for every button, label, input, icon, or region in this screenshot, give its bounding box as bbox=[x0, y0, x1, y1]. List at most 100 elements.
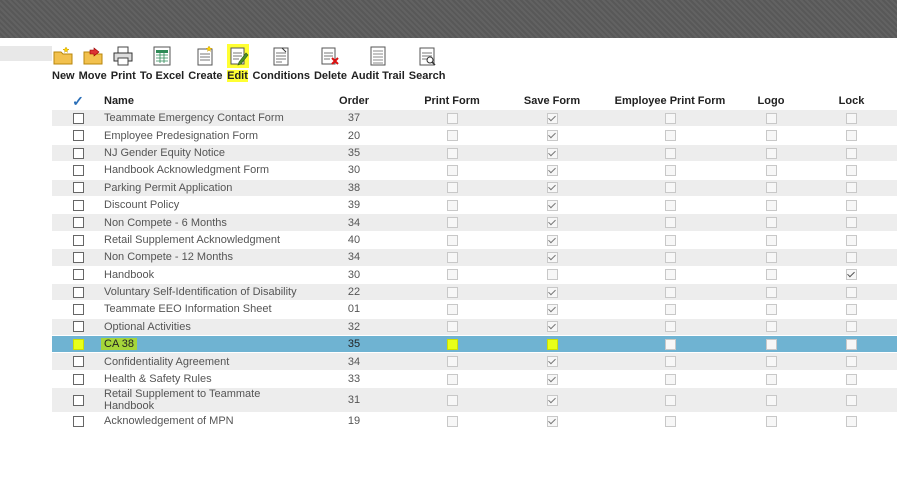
lock-checkbox[interactable] bbox=[846, 147, 857, 159]
row-select-checkbox[interactable] bbox=[72, 286, 84, 298]
row-select-checkbox[interactable] bbox=[72, 356, 84, 368]
logo-checkbox[interactable] bbox=[765, 147, 777, 159]
employee-print-form-checkbox[interactable] bbox=[664, 147, 676, 159]
table-row[interactable]: Handbook 30 bbox=[52, 266, 897, 284]
print-form-checkbox[interactable] bbox=[446, 269, 458, 281]
save-form-checkbox[interactable] bbox=[546, 321, 558, 333]
table-row[interactable]: Voluntary Self-Identification of Disabil… bbox=[52, 283, 897, 302]
row-select-checkbox[interactable] bbox=[72, 130, 84, 142]
employee-print-form-checkbox[interactable] bbox=[664, 199, 676, 211]
print-form-checkbox[interactable] bbox=[446, 286, 458, 298]
row-select-checkbox[interactable] bbox=[72, 304, 84, 316]
employee-print-form-checkbox[interactable] bbox=[664, 269, 676, 281]
form-name[interactable]: Health & Safety Rules bbox=[104, 373, 212, 385]
edit-button[interactable]: Edit bbox=[226, 44, 249, 84]
lock-checkbox[interactable] bbox=[846, 112, 857, 124]
lock-checkbox[interactable] bbox=[846, 199, 857, 211]
lock-checkbox[interactable] bbox=[846, 234, 857, 246]
table-row[interactable]: Teammate Emergency Contact Form 37 bbox=[52, 110, 897, 128]
form-name[interactable]: Parking Permit Application bbox=[104, 182, 232, 194]
lock-checkbox[interactable] bbox=[846, 338, 857, 350]
logo-checkbox[interactable] bbox=[765, 373, 777, 385]
table-row[interactable]: Parking Permit Application 38 bbox=[52, 179, 897, 197]
logo-checkbox[interactable] bbox=[765, 251, 777, 263]
save-form-checkbox[interactable] bbox=[546, 269, 558, 281]
lock-checkbox[interactable] bbox=[846, 217, 857, 229]
employee-print-form-checkbox[interactable] bbox=[664, 373, 676, 385]
save-form-checkbox[interactable] bbox=[546, 164, 558, 176]
employee-print-form-checkbox[interactable] bbox=[664, 286, 676, 298]
logo-checkbox[interactable] bbox=[765, 356, 777, 368]
form-name[interactable]: Non Compete - 12 Months bbox=[104, 251, 233, 263]
print-button[interactable]: Print bbox=[111, 44, 136, 84]
logo-column-header[interactable]: Logo bbox=[736, 92, 806, 110]
print-form-checkbox[interactable] bbox=[446, 394, 458, 406]
table-row[interactable]: CA 38 35 bbox=[52, 335, 897, 354]
employee-print-form-checkbox[interactable] bbox=[664, 416, 676, 428]
table-row[interactable]: Retail Supplement to Teammate Handbook 31 bbox=[52, 387, 897, 414]
print-form-checkbox[interactable] bbox=[446, 164, 458, 176]
order-column-header[interactable]: Order bbox=[304, 92, 404, 110]
row-select-checkbox[interactable] bbox=[72, 112, 84, 124]
form-name[interactable]: NJ Gender Equity Notice bbox=[104, 147, 225, 159]
row-select-checkbox[interactable] bbox=[72, 338, 84, 350]
form-name[interactable]: Retail Supplement to Teammate Handbook bbox=[104, 388, 260, 412]
employee-print-form-checkbox[interactable] bbox=[664, 338, 676, 350]
employee-print-form-checkbox[interactable] bbox=[664, 234, 676, 246]
print-form-checkbox[interactable] bbox=[446, 251, 458, 263]
save-form-checkbox[interactable] bbox=[546, 112, 558, 124]
save-form-column-header[interactable]: Save Form bbox=[500, 92, 604, 110]
form-name[interactable]: CA 38 bbox=[101, 338, 137, 351]
print-form-checkbox[interactable] bbox=[446, 147, 458, 159]
employee-print-form-checkbox[interactable] bbox=[664, 394, 676, 406]
row-select-checkbox[interactable] bbox=[72, 164, 84, 176]
lock-checkbox[interactable] bbox=[846, 286, 857, 298]
form-name[interactable]: Handbook bbox=[104, 269, 154, 281]
logo-checkbox[interactable] bbox=[765, 338, 777, 350]
logo-checkbox[interactable] bbox=[765, 112, 777, 124]
logo-checkbox[interactable] bbox=[765, 164, 777, 176]
logo-checkbox[interactable] bbox=[765, 416, 777, 428]
lock-checkbox[interactable] bbox=[846, 130, 857, 142]
form-name[interactable]: Non Compete - 6 Months bbox=[104, 217, 227, 229]
row-select-checkbox[interactable] bbox=[72, 182, 84, 194]
form-name[interactable]: Voluntary Self-Identification of Disabil… bbox=[104, 286, 297, 298]
print-form-column-header[interactable]: Print Form bbox=[404, 92, 500, 110]
logo-checkbox[interactable] bbox=[765, 130, 777, 142]
print-form-checkbox[interactable] bbox=[446, 199, 458, 211]
table-row[interactable]: Confidentiality Agreement 34 bbox=[52, 352, 897, 371]
logo-checkbox[interactable] bbox=[765, 286, 777, 298]
logo-checkbox[interactable] bbox=[765, 269, 777, 281]
logo-checkbox[interactable] bbox=[765, 234, 777, 246]
save-form-checkbox[interactable] bbox=[546, 286, 558, 298]
form-name[interactable]: Acknowledgement of MPN bbox=[104, 415, 234, 427]
print-form-checkbox[interactable] bbox=[446, 182, 458, 194]
audit-trail-button[interactable]: Audit Trail bbox=[351, 44, 405, 84]
lock-checkbox[interactable] bbox=[846, 251, 857, 263]
logo-checkbox[interactable] bbox=[765, 394, 777, 406]
table-row[interactable]: NJ Gender Equity Notice 35 bbox=[52, 144, 897, 163]
delete-button[interactable]: Delete bbox=[314, 44, 347, 84]
employee-print-form-checkbox[interactable] bbox=[664, 164, 676, 176]
name-column-header[interactable]: Name bbox=[104, 92, 304, 110]
employee-print-form-checkbox[interactable] bbox=[664, 112, 676, 124]
lock-column-header[interactable]: Lock bbox=[806, 92, 897, 110]
form-name[interactable]: Employee Predesignation Form bbox=[104, 130, 258, 142]
lock-checkbox[interactable] bbox=[846, 373, 857, 385]
save-form-checkbox[interactable] bbox=[546, 416, 558, 428]
form-name[interactable]: Optional Activities bbox=[104, 321, 191, 333]
save-form-checkbox[interactable] bbox=[546, 130, 558, 142]
table-row[interactable]: Optional Activities 32 bbox=[52, 318, 897, 337]
employee-print-form-checkbox[interactable] bbox=[664, 130, 676, 142]
table-row[interactable]: Employee Predesignation Form 20 bbox=[52, 126, 897, 145]
save-form-checkbox[interactable] bbox=[546, 356, 558, 368]
lock-checkbox[interactable] bbox=[846, 269, 857, 281]
employee-print-form-checkbox[interactable] bbox=[664, 356, 676, 368]
logo-checkbox[interactable] bbox=[765, 199, 777, 211]
employee-print-form-checkbox[interactable] bbox=[664, 182, 676, 194]
form-name[interactable]: Discount Policy bbox=[104, 199, 179, 211]
table-row[interactable]: Acknowledgement of MPN 19 bbox=[52, 412, 897, 431]
lock-checkbox[interactable] bbox=[846, 304, 857, 316]
lock-checkbox[interactable] bbox=[846, 356, 857, 368]
print-form-checkbox[interactable] bbox=[446, 356, 458, 368]
